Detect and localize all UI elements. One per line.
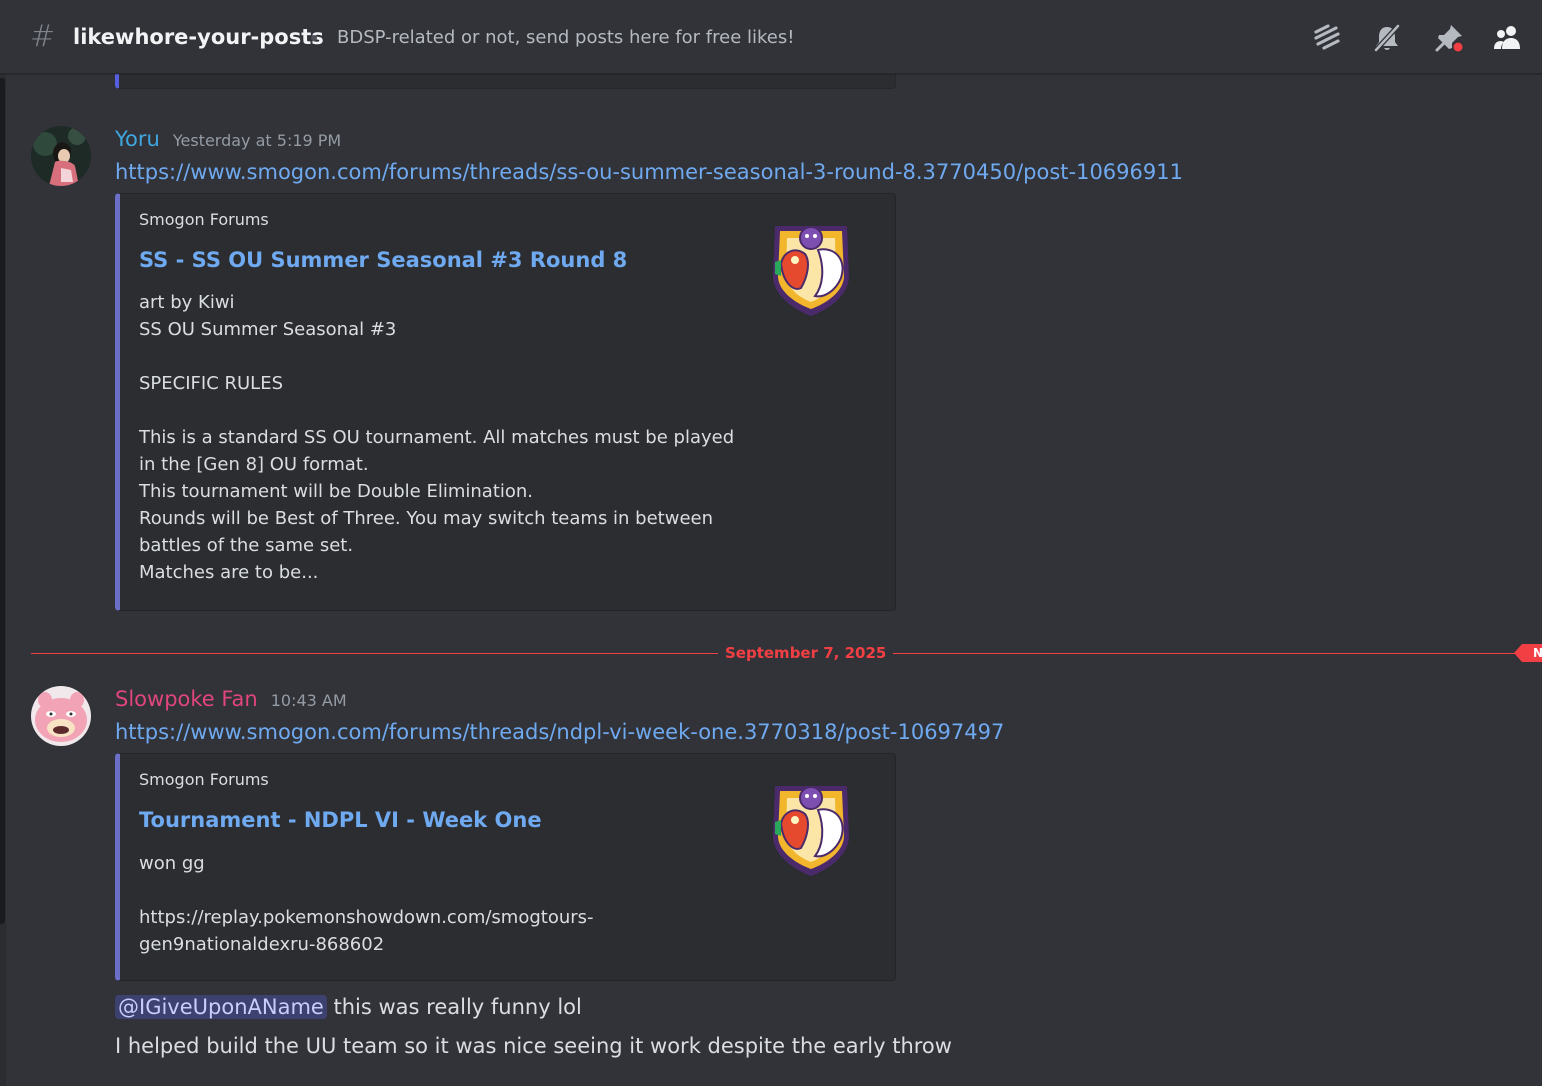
message-header: Yoru Yesterday at 5:19 PM [115,125,341,155]
embed-description: art by Kiwi SS OU Summer Seasonal #3 SPE… [139,292,735,583]
embed-provider[interactable]: Smogon Forums [139,768,269,792]
channel-topic[interactable]: BDSP-related or not, send posts here for… [337,24,794,52]
channel-name: likewhore-your-posts [73,25,324,49]
new-badge-label: NE [1533,646,1542,660]
embed-title[interactable]: SS - SS OU Summer Seasonal #3 Round 8 [139,245,627,275]
message-text: @IGiveUponAName this was really funny lo… [115,993,582,1021]
member-list-icon[interactable] [1491,22,1523,54]
new-badge: NE [1514,643,1542,663]
scrollbar-thumb[interactable] [0,78,5,924]
smogon-logo-thumbnail[interactable] [765,776,857,876]
timestamp[interactable]: Yesterday at 5:19 PM [173,127,341,155]
timestamp[interactable]: 10:43 AM [271,687,347,715]
message-header: Slowpoke Fan 10:43 AM [115,685,347,715]
message-link[interactable]: https://www.smogon.com/forums/threads/nd… [115,718,1004,746]
date-divider-label: September 7, 2025 [718,642,894,664]
link-embed: Smogon Forums Tournament - NDPL VI - Wee… [115,753,896,981]
message-link[interactable]: https://www.smogon.com/forums/threads/ss… [115,158,1183,186]
avatar[interactable] [31,126,91,186]
embed-provider[interactable]: Smogon Forums [139,208,269,232]
channel-header: # likewhore-your-posts BDSP-related or n… [0,0,1542,74]
message-text-tail: this was really funny lol [326,995,582,1019]
link-embed: Smogon Forums SS - SS OU Summer Seasonal… [115,193,896,611]
message-text: I helped build the UU team so it was nic… [115,1034,952,1058]
embed-title[interactable]: Tournament - NDPL VI - Week One [139,805,542,835]
smogon-logo-thumbnail[interactable] [765,216,857,316]
text-channel-hash-icon: # [30,19,56,54]
embed-description: won gg https://replay.pokemonshowdown.co… [139,853,594,955]
threads-icon[interactable] [1311,22,1343,54]
username[interactable]: Yoru [115,125,160,153]
notification-muted-icon[interactable] [1371,22,1403,54]
username[interactable]: Slowpoke Fan [115,685,258,713]
topic-separator [311,35,317,41]
pinned-messages-icon[interactable] [1433,22,1465,54]
avatar[interactable] [31,686,91,746]
user-mention[interactable]: @IGiveUponAName [115,995,327,1019]
